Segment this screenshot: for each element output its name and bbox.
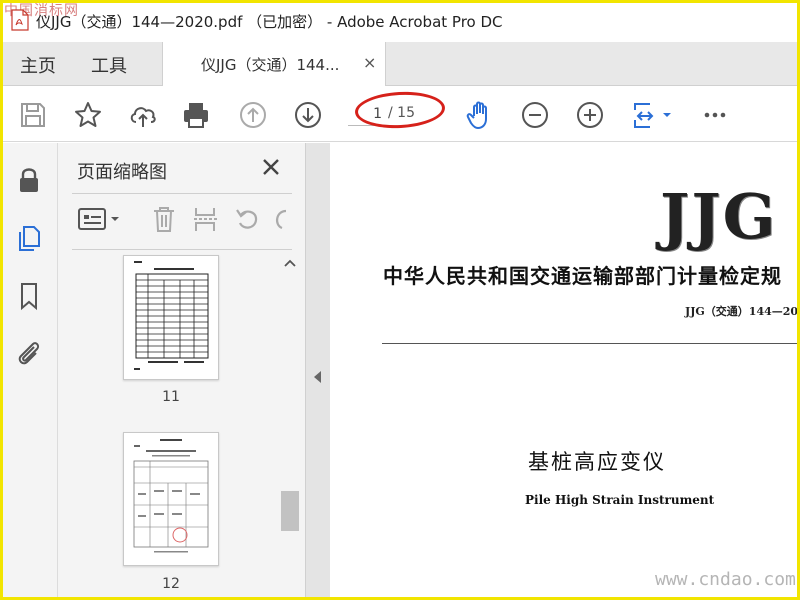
chevron-down-icon[interactable]	[662, 110, 672, 120]
tab-home[interactable]: 主页	[20, 52, 56, 78]
tab-bar: 主页 工具 仪JJG（交通）144... ×	[0, 42, 800, 86]
print-icon[interactable]	[181, 100, 211, 130]
panel-divider	[72, 193, 292, 194]
document-title-en: Pile High Strain Instrument	[525, 493, 715, 507]
document-rule	[382, 343, 800, 344]
rotate-right-icon[interactable]	[272, 205, 292, 233]
thumbnail-scrollbar[interactable]	[280, 256, 300, 600]
thumbnail-content	[133, 439, 209, 553]
thumbnail-content	[134, 261, 209, 370]
hand-icon[interactable]	[465, 100, 495, 130]
zoom-in-icon[interactable]	[575, 100, 605, 130]
tab-tools[interactable]: 工具	[91, 52, 127, 78]
panel-splitter[interactable]	[306, 143, 330, 600]
window-title: 仪JJG（交通）144—2020.pdf （已加密） - Adobe Acrob…	[36, 13, 503, 31]
thumbnail-page-number: 11	[162, 389, 180, 405]
zoom-out-icon[interactable]	[520, 100, 550, 130]
watermark-bottom-right: www.cndao.com	[655, 569, 796, 590]
attachment-icon[interactable]	[14, 338, 44, 368]
document-view[interactable]: JJG 中华人民共和国交通运输部部门计量检定规 JJG（交通）144—202 基…	[330, 143, 800, 600]
bookmark-icon[interactable]	[14, 281, 44, 311]
document-code: JJG（交通）144—202	[685, 305, 800, 318]
title-bar: 中国消标网 仪JJG（交通）144—2020.pdf （已加密） - Adobe…	[0, 0, 800, 42]
save-icon[interactable]	[18, 100, 48, 130]
thumbnail-page-12[interactable]	[123, 432, 219, 566]
star-icon[interactable]	[73, 100, 103, 130]
insert-page-icon[interactable]	[192, 205, 220, 233]
pdf-file-icon	[11, 9, 29, 31]
tab-document-label: 仪JJG（交通）144...	[201, 56, 340, 74]
collapse-panel-icon[interactable]	[314, 371, 321, 383]
more-icon[interactable]	[700, 100, 730, 130]
page-up-icon[interactable]	[238, 100, 268, 130]
document-title-cn: 基桩高应变仪	[528, 450, 666, 474]
close-tab-icon[interactable]: ×	[363, 53, 376, 72]
lock-icon[interactable]	[14, 165, 44, 195]
scroll-up-icon[interactable]	[284, 258, 296, 268]
pages-icon[interactable]	[14, 223, 44, 253]
rotate-left-icon[interactable]	[233, 205, 261, 233]
close-icon[interactable]	[261, 157, 281, 177]
delete-icon[interactable]	[150, 205, 178, 233]
thumbnail-panel: 页面缩略图 11 12	[58, 143, 306, 600]
tab-document[interactable]: 仪JJG（交通）144... ×	[162, 42, 386, 86]
fit-page-icon[interactable]	[630, 100, 660, 130]
cloud-upload-icon[interactable]	[128, 100, 158, 130]
thumbnail-page-11[interactable]	[123, 255, 219, 380]
thumbnail-page-number: 12	[162, 576, 180, 592]
panel-divider	[72, 249, 292, 250]
document-heading: 中华人民共和国交通运输部部门计量检定规	[383, 264, 782, 288]
page-down-icon[interactable]	[293, 100, 323, 130]
jjg-logo: JJG	[660, 180, 778, 253]
panel-title: 页面缩略图	[77, 162, 167, 183]
left-rail	[0, 143, 58, 600]
scroll-thumb[interactable]	[281, 491, 299, 531]
page-options-icon[interactable]	[76, 205, 122, 233]
